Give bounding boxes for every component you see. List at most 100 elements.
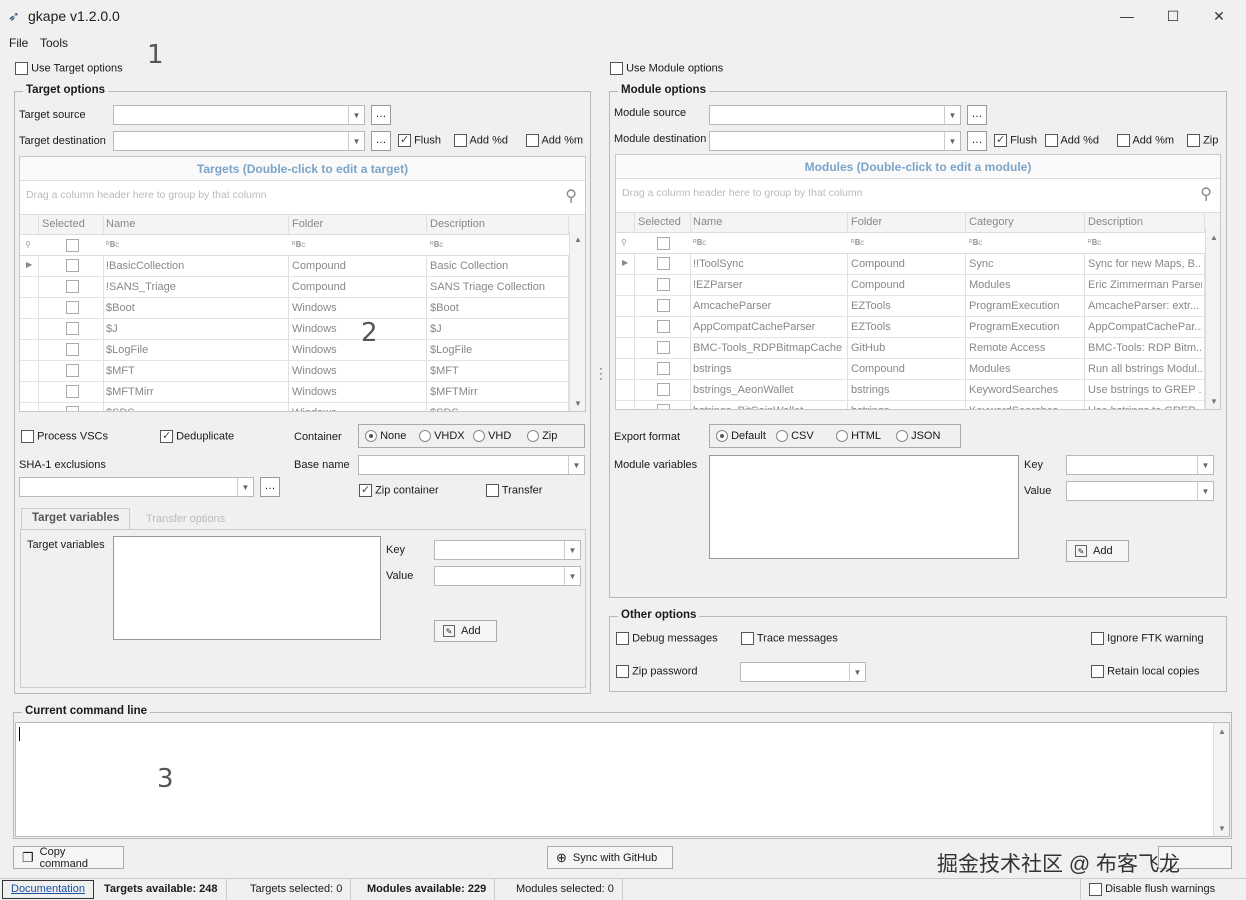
module-value-combo[interactable]: ▼ (1066, 481, 1214, 501)
search-icon[interactable]: ⚲ (1200, 181, 1212, 209)
col-folder[interactable]: Folder (292, 218, 323, 230)
table-row[interactable]: BMC-Tools_RDPBitmapCache... GitHub Remote … (616, 338, 1220, 359)
module-destination-combo[interactable]: ▼ (709, 131, 961, 151)
table-row[interactable]: bstrings_BitCoinWallet bstrings KeywordSea… (616, 401, 1220, 409)
table-row[interactable]: $SDS Windows $SDS (20, 403, 585, 411)
target-add-d[interactable]: Add %d (454, 134, 508, 147)
export-html[interactable]: HTML (836, 430, 881, 443)
row-select-checkbox[interactable] (657, 383, 670, 396)
splitter-handle-icon[interactable]: · · · (599, 362, 603, 384)
minimize-icon[interactable]: — (1104, 0, 1150, 32)
tab-transfer-options[interactable]: Transfer options (146, 513, 225, 525)
chevron-up-icon[interactable]: ▲ (1206, 229, 1220, 245)
row-select-checkbox[interactable] (657, 320, 670, 333)
use-module-checkbox[interactable] (610, 62, 623, 75)
table-row[interactable]: $Boot Windows $Boot (20, 298, 585, 319)
table-row[interactable]: !SANS_Triage Compound SANS Triage Collecti… (20, 277, 585, 298)
menu-tools[interactable]: Tools (40, 36, 68, 50)
module-destination-browse-button[interactable]: … (967, 131, 987, 151)
target-source-browse-button[interactable]: … (371, 105, 391, 125)
table-row[interactable]: bstrings_AeonWallet bstrings KeywordSearch… (616, 380, 1220, 401)
trace-messages[interactable]: Trace messages (741, 632, 838, 645)
col-selected[interactable]: Selected (638, 216, 681, 228)
table-row[interactable]: AmcacheParser EZTools ProgramExecution Amca… (616, 296, 1220, 317)
command-line-scrollbar[interactable]: ▲ ▼ (1213, 723, 1229, 836)
chevron-down-icon[interactable]: ▼ (570, 395, 585, 411)
table-row[interactable]: bstrings Compound Modules Run all bstrings … (616, 359, 1220, 380)
container-zip[interactable]: Zip (527, 430, 557, 443)
chevron-up-icon[interactable]: ▲ (1214, 723, 1230, 739)
zip-container[interactable]: Zip container (359, 483, 439, 497)
col-folder[interactable]: Folder (851, 216, 882, 228)
export-csv[interactable]: CSV (776, 430, 814, 443)
ignore-ftk-warning[interactable]: Ignore FTK warning (1091, 632, 1204, 645)
row-select-checkbox[interactable] (657, 404, 670, 409)
row-select-checkbox[interactable] (66, 343, 79, 356)
row-select-checkbox[interactable] (657, 257, 670, 270)
table-row[interactable]: !EZParser Compound Modules Eric Zimmerman P… (616, 275, 1220, 296)
target-key-combo[interactable]: ▼ (434, 540, 581, 560)
col-category[interactable]: Category (969, 216, 1014, 228)
module-source-combo[interactable]: ▼ (709, 105, 961, 125)
target-add-button[interactable]: ✎ Add (434, 620, 497, 642)
table-row[interactable]: $MFT Windows $MFT (20, 361, 585, 382)
col-description[interactable]: Description (430, 218, 485, 230)
table-row[interactable]: $LogFile Windows $LogFile (20, 340, 585, 361)
search-icon[interactable]: ⚲ (565, 183, 577, 211)
chevron-down-icon[interactable]: ▼ (1206, 393, 1220, 409)
container-vhdx[interactable]: VHDX (419, 430, 465, 443)
module-variables-list[interactable] (709, 455, 1019, 559)
container-none[interactable]: None (365, 430, 406, 443)
use-target-options[interactable]: Use Target options (15, 62, 123, 75)
use-target-checkbox[interactable] (15, 62, 28, 75)
module-key-combo[interactable]: ▼ (1066, 455, 1214, 475)
modules-grid[interactable]: Modules (Double-click to edit a module) … (615, 154, 1221, 410)
row-select-checkbox[interactable] (66, 322, 79, 335)
sync-github-button[interactable]: ⊕ Sync with GitHub (547, 846, 673, 869)
row-select-checkbox[interactable] (66, 385, 79, 398)
export-default[interactable]: Default (716, 430, 766, 443)
table-row[interactable]: $J Windows $J (20, 319, 585, 340)
tab-target-variables[interactable]: Target variables (21, 508, 131, 530)
row-select-checkbox[interactable] (66, 259, 79, 272)
modules-scrollbar[interactable]: ▲ ▼ (1205, 229, 1220, 409)
retain-local-copies[interactable]: Retain local copies (1091, 665, 1199, 678)
target-add-m[interactable]: Add %m (526, 134, 583, 147)
row-select-checkbox[interactable] (657, 341, 670, 354)
module-add-button[interactable]: ✎ Add (1066, 540, 1129, 562)
target-destination-combo[interactable]: ▼ (113, 131, 365, 151)
targets-filter-row[interactable]: ⚲ ᴿ𝐁c ᴿ𝐁c ᴿ𝐁c (20, 235, 585, 256)
row-select-checkbox[interactable] (66, 364, 79, 377)
row-select-checkbox[interactable] (657, 278, 670, 291)
target-value-combo[interactable]: ▼ (434, 566, 581, 586)
container-vhd[interactable]: VHD (473, 430, 511, 443)
row-select-checkbox[interactable] (66, 406, 79, 411)
menu-file[interactable]: File (9, 36, 28, 50)
disable-flush-warnings[interactable]: Disable flush warnings (1080, 879, 1215, 900)
table-row[interactable]: ▶ !BasicCollection Compound Basic Collectio… (20, 256, 585, 277)
module-add-m[interactable]: Add %m (1117, 134, 1174, 147)
col-description[interactable]: Description (1088, 216, 1143, 228)
row-select-checkbox[interactable] (66, 280, 79, 293)
col-selected[interactable]: Selected (42, 218, 85, 230)
table-row[interactable]: ▶ !!ToolSync Compound Sync Sync for new Maps… (616, 254, 1220, 275)
zip-password-combo[interactable]: ▼ (740, 662, 866, 682)
target-variables-list[interactable] (113, 536, 381, 640)
row-select-checkbox[interactable] (657, 362, 670, 375)
target-destination-browse-button[interactable]: … (371, 131, 391, 151)
chevron-down-icon[interactable]: ▼ (1214, 820, 1230, 836)
module-zip[interactable]: Zip (1187, 134, 1218, 147)
col-name[interactable]: Name (693, 216, 722, 228)
debug-messages[interactable]: Debug messages (616, 632, 718, 645)
col-name[interactable]: Name (106, 218, 135, 230)
table-row[interactable]: AppCompatCacheParser EZTools ProgramExecut… (616, 317, 1220, 338)
zip-password[interactable]: Zip password (616, 665, 697, 678)
close-icon[interactable]: ✕ (1196, 0, 1242, 32)
modules-filter-row[interactable]: ⚲ ᴿ𝐁c ᴿ𝐁c ᴿ𝐁c ᴿ𝐁c (616, 233, 1220, 254)
table-row[interactable]: $MFTMirr Windows $MFTMirr (20, 382, 585, 403)
targets-scrollbar[interactable]: ▲ ▼ (569, 231, 585, 411)
transfer[interactable]: Transfer (486, 484, 542, 497)
row-select-checkbox[interactable] (657, 299, 670, 312)
documentation-link[interactable]: Documentation (2, 880, 94, 899)
export-json[interactable]: JSON (896, 430, 940, 443)
